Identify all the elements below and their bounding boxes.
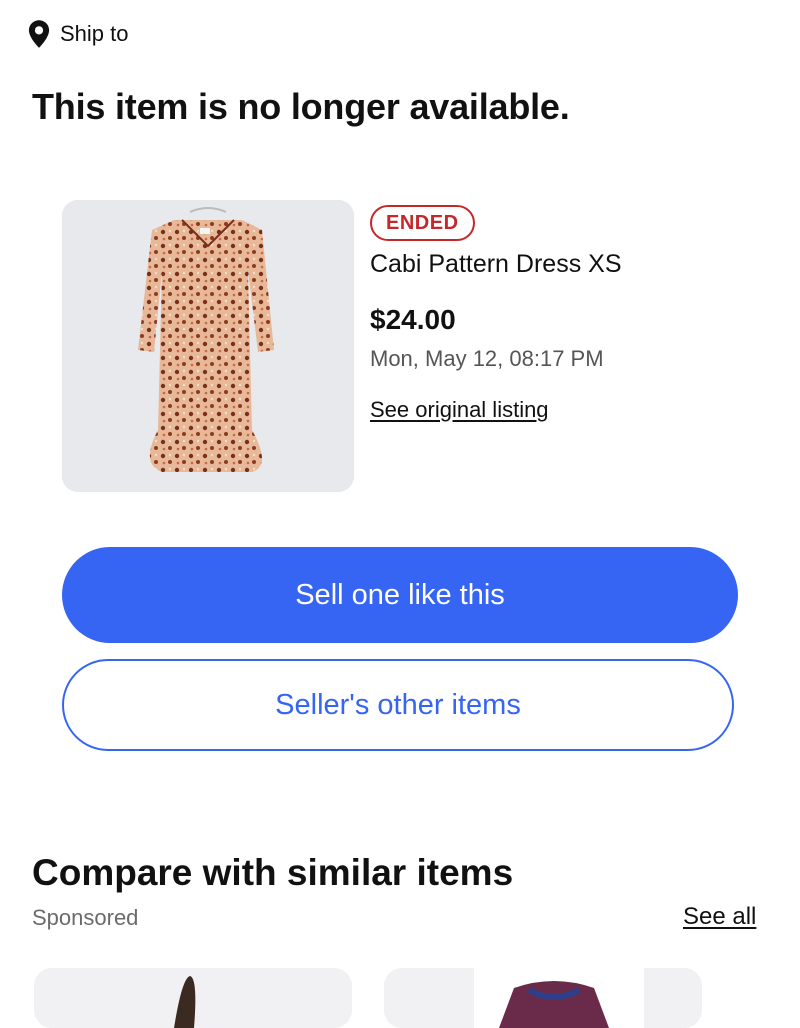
item-title: Cabi Pattern Dress XS bbox=[370, 250, 622, 278]
sponsored-label: Sponsored bbox=[32, 905, 139, 930]
map-pin-icon bbox=[28, 20, 50, 48]
page-title: This item is no longer available. bbox=[32, 86, 570, 127]
see-all-link[interactable]: See all bbox=[683, 903, 756, 931]
similar-item-card[interactable] bbox=[384, 968, 702, 1028]
sell-one-like-this-button[interactable]: Sell one like this bbox=[62, 547, 738, 643]
see-original-listing-link[interactable]: See original listing bbox=[370, 397, 549, 423]
similar-item-card[interactable] bbox=[34, 968, 352, 1028]
ended-date: Mon, May 12, 08:17 PM bbox=[370, 346, 604, 371]
similar-item-image bbox=[384, 968, 702, 1028]
compare-section-title: Compare with similar items bbox=[32, 852, 514, 893]
status-badge: ENDED bbox=[370, 205, 475, 241]
dress-image bbox=[62, 200, 354, 492]
sellers-other-items-button[interactable]: Seller's other items bbox=[62, 659, 734, 751]
item-price: $24.00 bbox=[370, 304, 456, 335]
item-image[interactable] bbox=[62, 200, 354, 492]
ship-to-selector[interactable]: Ship to bbox=[28, 14, 129, 54]
ship-to-label: Ship to bbox=[60, 21, 129, 46]
similar-item-image bbox=[34, 968, 352, 1028]
